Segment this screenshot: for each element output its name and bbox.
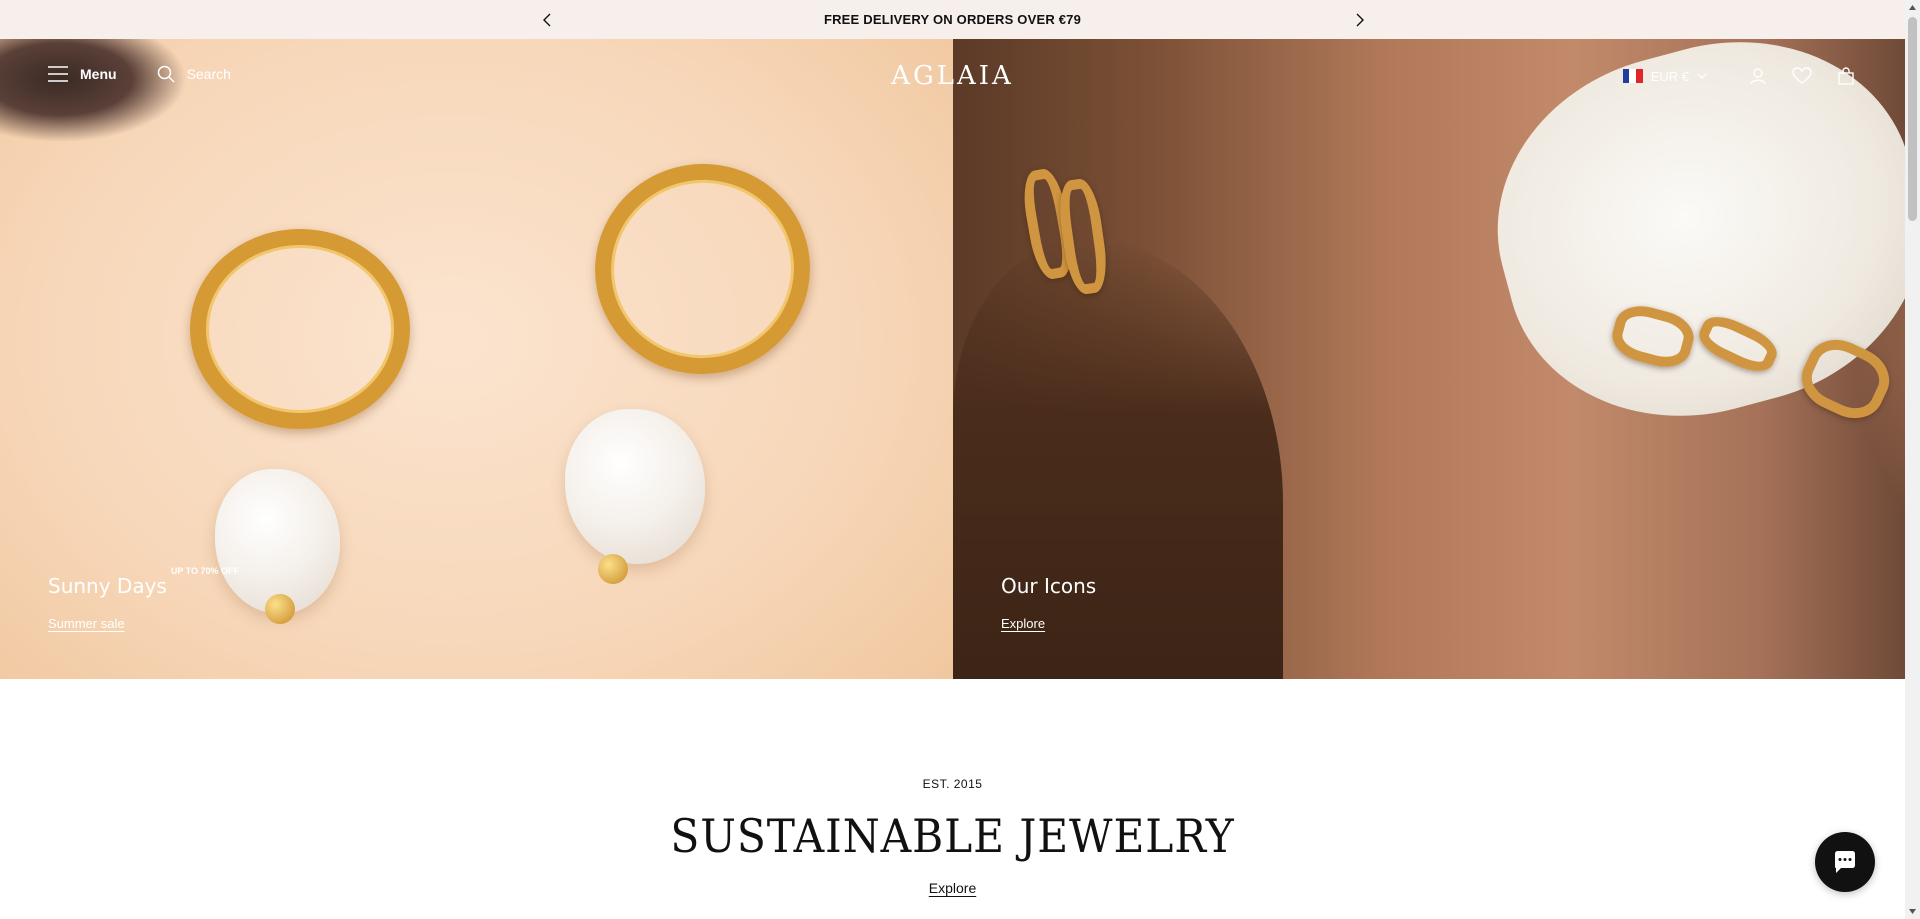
hero-caption-right: Our Icons Explore [1001,574,1096,631]
hero-title: Sunny Days [48,574,167,598]
pearl-image [565,409,705,564]
intro-section: EST. 2015 SUSTAINABLE JEWELRY Explore [0,679,1905,919]
currency-selector[interactable]: EUR € [1622,68,1707,84]
account-button[interactable] [1747,65,1769,87]
heart-icon [1792,67,1812,84]
user-icon [1750,68,1766,85]
announcement-bar: FREE DELIVERY ON ORDERS OVER €79 [0,0,1905,39]
hero-title: Our Icons [1001,574,1097,598]
menu-label: Menu [80,66,117,82]
search-button[interactable]: Search [157,65,231,83]
chat-icon [1835,851,1855,873]
chat-button[interactable] [1815,832,1875,892]
site-header: Menu Search AGLAIA EUR € [0,39,1905,113]
chevron-down-icon [1697,73,1707,79]
explore-icons-link[interactable]: Explore [1001,616,1096,631]
discount-badge: UP TO 70% OFF [170,566,240,576]
bead-image [265,594,295,624]
bead-image [598,554,628,584]
hero-panel-our-icons[interactable]: Our Icons Explore [953,39,1905,679]
earring-image [190,229,410,429]
search-icon [157,65,175,83]
section-headline: SUSTAINABLE JEWELRY [670,809,1235,863]
currency-label: EUR € [1650,68,1689,84]
earring-image [578,146,827,392]
announcement-prev-button[interactable] [535,8,559,32]
bag-icon [1838,67,1854,85]
scroll-up-arrow-icon[interactable] [1905,0,1920,15]
wishlist-button[interactable] [1791,65,1813,87]
announcement-next-button[interactable] [1348,8,1372,32]
scrollbar-thumb[interactable] [1908,17,1917,221]
explore-link[interactable]: Explore [0,880,1905,896]
header-left: Menu Search [48,65,231,83]
header-right: EUR € [1622,65,1857,87]
hero-panel-sunny-days[interactable]: Sunny DaysUP TO 70% OFF Summer sale [0,39,953,679]
site-logo[interactable]: AGLAIA [891,61,1014,91]
chevron-left-icon [543,13,551,27]
summer-sale-link[interactable]: Summer sale [48,616,239,631]
established-label: EST. 2015 [922,777,983,791]
menu-button[interactable]: Menu [48,66,117,82]
hamburger-icon [48,66,68,82]
page-scrollbar[interactable] [1905,0,1920,919]
chevron-right-icon [1356,13,1364,27]
scroll-down-arrow-icon[interactable] [1905,904,1920,919]
search-label: Search [186,66,231,82]
hero: Sunny DaysUP TO 70% OFF Summer sale Our … [0,39,1905,679]
hero-caption-left: Sunny DaysUP TO 70% OFF Summer sale [48,566,239,631]
cart-button[interactable] [1835,65,1857,87]
france-flag-icon [1622,69,1643,83]
announcement-text: FREE DELIVERY ON ORDERS OVER €79 [823,12,1082,27]
